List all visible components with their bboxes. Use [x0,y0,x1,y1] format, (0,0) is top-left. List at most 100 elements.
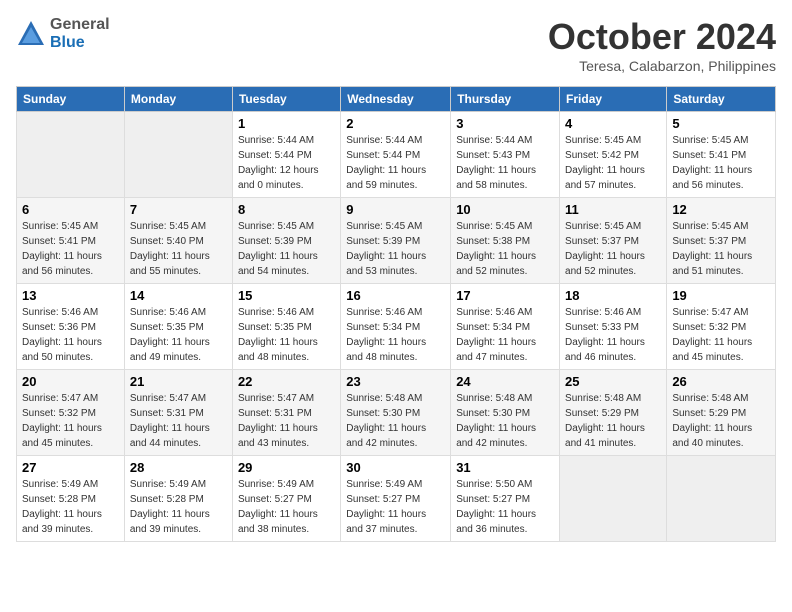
calendar-cell: 15 Sunrise: 5:46 AMSunset: 5:35 PMDayligh… [232,284,340,370]
col-header-friday: Friday [560,87,667,112]
day-info: Sunrise: 5:47 AMSunset: 5:32 PMDaylight:… [22,391,119,451]
day-info: Sunrise: 5:48 AMSunset: 5:30 PMDaylight:… [346,391,445,451]
calendar-cell: 12Sunrise: 5:45 AMSunset: 5:37 PMDayligh… [667,198,776,284]
calendar-table: SundayMondayTuesdayWednesdayThursdayFrid… [16,86,776,542]
day-number: 18 [565,288,661,303]
calendar-cell: 31 Sunrise: 5:50 AMSunset: 5:27 PMDayligh… [451,456,560,542]
day-number: 13 [22,288,119,303]
calendar-week-5: 27 Sunrise: 5:49 AMSunset: 5:28 PMDayligh… [17,456,776,542]
day-number: 31 [456,460,554,475]
day-info: Sunrise: 5:47 AMSunset: 5:31 PMDaylight:… [238,391,335,451]
day-number: 26 [672,374,770,389]
day-number: 11 [565,202,661,217]
calendar-cell: 3 Sunrise: 5:44 AMSunset: 5:43 PMDaylight… [451,112,560,198]
col-header-tuesday: Tuesday [232,87,340,112]
calendar-cell: 6Sunrise: 5:45 AMSunset: 5:41 PMDaylight… [17,198,125,284]
day-number: 16 [346,288,445,303]
calendar-cell: 16 Sunrise: 5:46 AMSunset: 5:34 PMDayligh… [341,284,451,370]
day-number: 4 [565,116,661,131]
day-info: Sunrise: 5:45 AMSunset: 5:39 PMDaylight:… [238,219,335,279]
day-number: 21 [130,374,227,389]
calendar-week-4: 20 Sunrise: 5:47 AMSunset: 5:32 PMDayligh… [17,370,776,456]
day-number: 10 [456,202,554,217]
calendar-cell: 5 Sunrise: 5:45 AMSunset: 5:41 PMDaylight… [667,112,776,198]
day-info: Sunrise: 5:49 AMSunset: 5:28 PMDaylight:… [130,477,227,537]
calendar-cell: 17Sunrise: 5:46 AMSunset: 5:34 PMDayligh… [451,284,560,370]
calendar-cell: 14 Sunrise: 5:46 AMSunset: 5:35 PMDayligh… [124,284,232,370]
day-info: Sunrise: 5:45 AMSunset: 5:37 PMDaylight:… [565,219,661,279]
calendar-cell: 9Sunrise: 5:45 AMSunset: 5:39 PMDaylight… [341,198,451,284]
day-info: Sunrise: 5:45 AMSunset: 5:41 PMDaylight:… [672,133,770,193]
logo-blue: Blue [50,34,110,52]
day-info: Sunrise: 5:44 AMSunset: 5:43 PMDaylight:… [456,133,554,193]
calendar-cell: 13 Sunrise: 5:46 AMSunset: 5:36 PMDayligh… [17,284,125,370]
day-number: 25 [565,374,661,389]
day-number: 27 [22,460,119,475]
calendar-cell: 18 Sunrise: 5:46 AMSunset: 5:33 PMDayligh… [560,284,667,370]
logo: General Blue [16,16,110,51]
calendar-cell [124,112,232,198]
day-info: Sunrise: 5:45 AMSunset: 5:40 PMDaylight:… [130,219,227,279]
title-block: October 2024 Teresa, Calabarzon, Philipp… [548,16,776,74]
day-info: Sunrise: 5:46 AMSunset: 5:35 PMDaylight:… [238,305,335,365]
calendar-cell: 2Sunrise: 5:44 AMSunset: 5:44 PMDaylight… [341,112,451,198]
day-info: Sunrise: 5:47 AMSunset: 5:32 PMDaylight:… [672,305,770,365]
day-number: 22 [238,374,335,389]
calendar-cell: 28 Sunrise: 5:49 AMSunset: 5:28 PMDayligh… [124,456,232,542]
calendar-cell [17,112,125,198]
col-header-thursday: Thursday [451,87,560,112]
day-info: Sunrise: 5:46 AMSunset: 5:36 PMDaylight:… [22,305,119,365]
calendar-cell: 11 Sunrise: 5:45 AMSunset: 5:37 PMDayligh… [560,198,667,284]
day-number: 20 [22,374,119,389]
calendar-cell [667,456,776,542]
col-header-sunday: Sunday [17,87,125,112]
day-info: Sunrise: 5:46 AMSunset: 5:33 PMDaylight:… [565,305,661,365]
logo-icon [16,19,46,49]
day-info: Sunrise: 5:45 AMSunset: 5:37 PMDaylight:… [672,219,770,279]
day-info: Sunrise: 5:45 AMSunset: 5:42 PMDaylight:… [565,133,661,193]
day-number: 15 [238,288,335,303]
day-number: 17 [456,288,554,303]
day-number: 7 [130,202,227,217]
day-info: Sunrise: 5:45 AMSunset: 5:38 PMDaylight:… [456,219,554,279]
day-info: Sunrise: 5:44 AMSunset: 5:44 PMDaylight:… [238,133,335,193]
logo-general: General [50,16,110,34]
calendar-cell [560,456,667,542]
col-header-wednesday: Wednesday [341,87,451,112]
month-title: October 2024 [548,16,776,58]
day-number: 3 [456,116,554,131]
day-info: Sunrise: 5:46 AMSunset: 5:35 PMDaylight:… [130,305,227,365]
day-number: 28 [130,460,227,475]
day-number: 24 [456,374,554,389]
location: Teresa, Calabarzon, Philippines [548,58,776,74]
day-number: 29 [238,460,335,475]
calendar-cell: 21 Sunrise: 5:47 AMSunset: 5:31 PMDayligh… [124,370,232,456]
day-info: Sunrise: 5:50 AMSunset: 5:27 PMDaylight:… [456,477,554,537]
calendar-cell: 24 Sunrise: 5:48 AMSunset: 5:30 PMDayligh… [451,370,560,456]
day-info: Sunrise: 5:48 AMSunset: 5:29 PMDaylight:… [565,391,661,451]
day-info: Sunrise: 5:49 AMSunset: 5:28 PMDaylight:… [22,477,119,537]
calendar-cell: 1Sunrise: 5:44 AMSunset: 5:44 PMDaylight… [232,112,340,198]
page-header: General Blue October 2024 Teresa, Calaba… [16,16,776,74]
header-row: SundayMondayTuesdayWednesdayThursdayFrid… [17,87,776,112]
day-info: Sunrise: 5:47 AMSunset: 5:31 PMDaylight:… [130,391,227,451]
calendar-cell: 22 Sunrise: 5:47 AMSunset: 5:31 PMDayligh… [232,370,340,456]
calendar-week-3: 13 Sunrise: 5:46 AMSunset: 5:36 PMDayligh… [17,284,776,370]
calendar-week-2: 6Sunrise: 5:45 AMSunset: 5:41 PMDaylight… [17,198,776,284]
day-info: Sunrise: 5:45 AMSunset: 5:41 PMDaylight:… [22,219,119,279]
calendar-cell: 25 Sunrise: 5:48 AMSunset: 5:29 PMDayligh… [560,370,667,456]
calendar-cell: 7 Sunrise: 5:45 AMSunset: 5:40 PMDaylight… [124,198,232,284]
day-number: 14 [130,288,227,303]
day-info: Sunrise: 5:48 AMSunset: 5:30 PMDaylight:… [456,391,554,451]
calendar-cell: 30Sunrise: 5:49 AMSunset: 5:27 PMDayligh… [341,456,451,542]
calendar-cell: 26 Sunrise: 5:48 AMSunset: 5:29 PMDayligh… [667,370,776,456]
calendar-cell: 29Sunrise: 5:49 AMSunset: 5:27 PMDayligh… [232,456,340,542]
day-info: Sunrise: 5:46 AMSunset: 5:34 PMDaylight:… [346,305,445,365]
day-info: Sunrise: 5:48 AMSunset: 5:29 PMDaylight:… [672,391,770,451]
col-header-saturday: Saturday [667,87,776,112]
calendar-cell: 19Sunrise: 5:47 AMSunset: 5:32 PMDayligh… [667,284,776,370]
col-header-monday: Monday [124,87,232,112]
day-number: 5 [672,116,770,131]
day-info: Sunrise: 5:45 AMSunset: 5:39 PMDaylight:… [346,219,445,279]
calendar-cell: 23Sunrise: 5:48 AMSunset: 5:30 PMDayligh… [341,370,451,456]
